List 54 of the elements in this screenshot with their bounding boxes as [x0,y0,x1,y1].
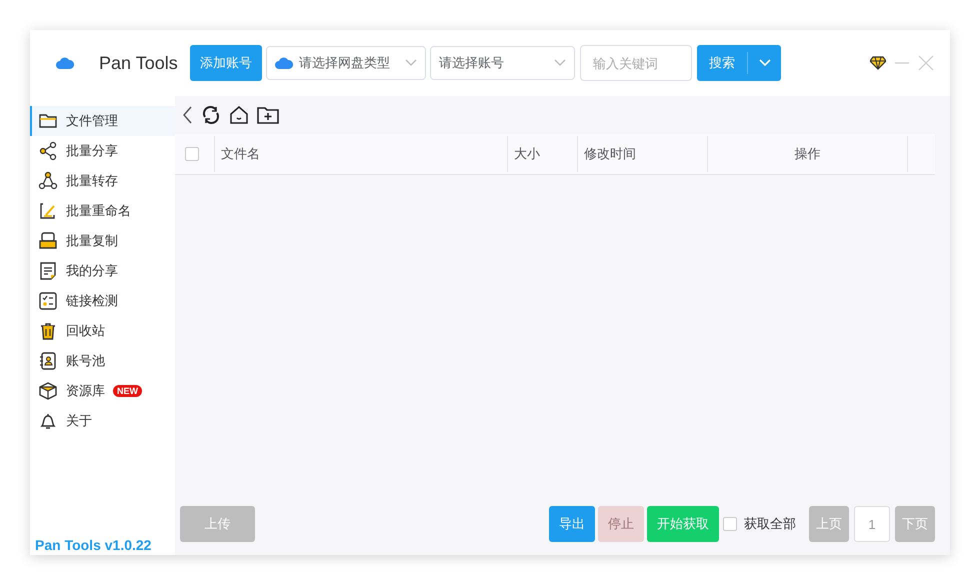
cube-icon [38,381,58,401]
column-header: 操作 [794,145,820,163]
back-icon[interactable] [183,106,193,124]
sidebar-item[interactable]: 我的分享 [30,256,175,286]
column-header: 文件名 [221,145,260,163]
chevron-down-icon [758,59,770,67]
drive-type-select[interactable]: 请选择网盘类型 [266,46,426,80]
cloud-icon [275,57,293,69]
select-all-checkbox[interactable] [185,147,199,161]
sidebar-item[interactable]: 文件管理 [30,106,175,136]
sidebar-item-label: 链接检测 [66,292,118,310]
checklist-icon [38,291,58,311]
sidebar-item[interactable]: 回收站 [30,316,175,346]
share-icon [38,141,58,161]
keyword-field[interactable]: 输入关键词 [580,45,692,81]
sidebar-item-label: 批量复制 [66,232,118,250]
sidebar-item-label: 批量分享 [66,142,118,160]
new-folder-icon[interactable] [257,106,279,124]
sidebar-item-label: 文件管理 [66,112,118,130]
sidebar-item-label: 我的分享 [66,262,118,280]
refresh-icon[interactable] [201,105,221,125]
note-icon [38,261,58,281]
column-header: 大小 [514,145,540,163]
column-header: 修改时间 [584,145,636,163]
chevron-down-icon [554,59,566,67]
sidebar-item[interactable]: 批量复制 [30,226,175,256]
home-icon[interactable] [229,105,249,125]
version-label: Pan Tools v1.0.22 [34,537,152,555]
fetch-all-checkbox[interactable] [723,517,737,531]
sidebar-item[interactable]: 批量分享 [30,136,175,166]
triangle-nodes-icon [38,171,58,191]
sidebar-item-label: 资源库 [66,382,105,400]
sidebar-item-label: 账号池 [66,352,105,370]
sidebar-item[interactable]: 批量转存 [30,166,175,196]
sidebar-item[interactable]: 链接检测 [30,286,175,316]
inbox-icon [38,231,58,251]
new-badge: NEW [113,385,142,397]
fetch-all-label: 获取全部 [744,515,796,533]
account-select[interactable]: 请选择账号 [430,46,575,80]
cloud-logo-icon [56,57,74,69]
sidebar-item[interactable]: 批量重命名 [30,196,175,226]
sidebar-item-label: 回收站 [66,322,105,340]
sidebar-item-label: 关于 [66,412,92,430]
contact-card-icon [38,351,58,371]
trash-icon [38,321,58,341]
chevron-down-icon [405,59,417,67]
sidebar-item[interactable]: 关于 [30,406,175,436]
bell-icon [38,411,58,431]
sidebar-item-label: 批量重命名 [66,202,131,220]
app-title: Pan Tools [99,52,179,74]
sidebar-item[interactable]: 资源库 NEW [30,376,175,406]
diamond-icon[interactable] [870,56,886,70]
sidebar-item-label: 批量转存 [66,172,118,190]
sidebar-item[interactable]: 账号池 [30,346,175,376]
